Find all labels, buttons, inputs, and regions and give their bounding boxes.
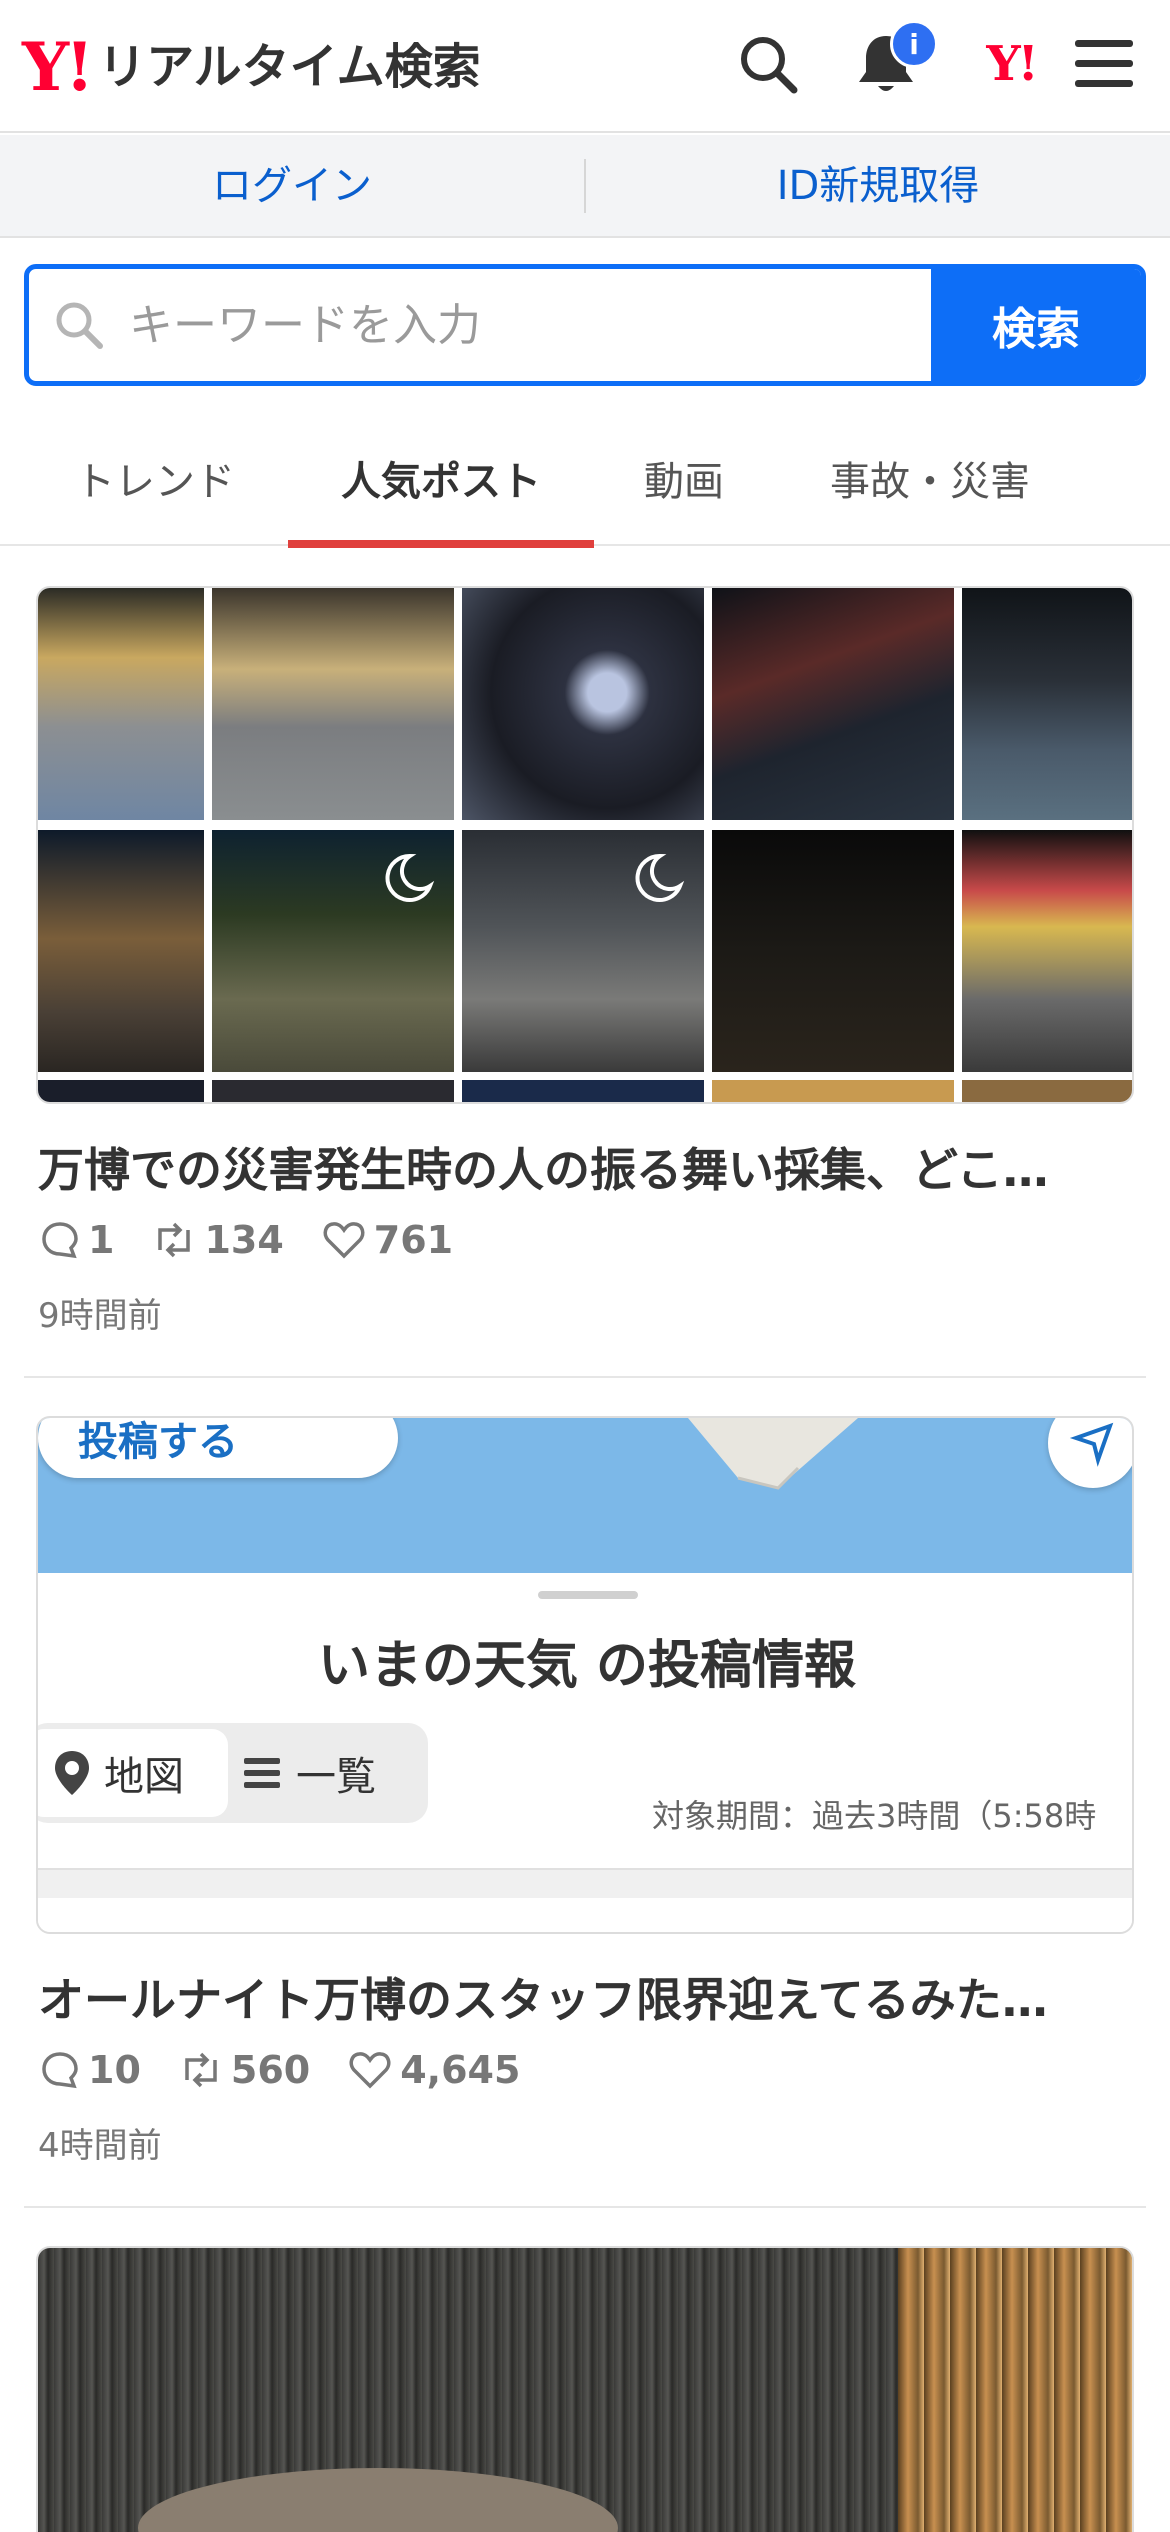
search-bar: 検索	[24, 264, 1146, 386]
auth-bar: ログイン ID新規取得	[0, 135, 1170, 238]
app-header: Y! リアルタイム検索 i Y!	[0, 0, 1170, 133]
active-tab-indicator	[288, 540, 594, 548]
search-input[interactable]	[129, 269, 931, 381]
map-pin-icon	[55, 1751, 89, 1795]
yahoo-home-icon[interactable]: Y!	[966, 26, 1056, 102]
weather-map: 投稿する	[38, 1418, 1132, 1573]
like-count-value: 4,645	[400, 2048, 521, 2092]
tab-label: 人気ポスト	[341, 459, 541, 505]
period-label: 対象期間：過去3時間（5:58時	[652, 1797, 1097, 1835]
logo-title: リアルタイム検索	[98, 39, 481, 95]
post-card[interactable]: 万博での災害発生時の人の振る舞い採集、どこ… 1 134 761 9時間前	[24, 586, 1146, 1378]
post-title[interactable]: オールナイト万博のスタッフ限界迎えてるみた…	[38, 1964, 1128, 2030]
tab-accident-disaster[interactable]: 事故・災害	[790, 410, 1070, 546]
reply-count-value: 10	[88, 2048, 141, 2092]
heart-icon	[323, 1222, 365, 1259]
reply-count[interactable]: 10	[40, 2048, 141, 2092]
post-image-collage[interactable]	[36, 586, 1134, 1104]
yahoo-logo-mark: Y!	[22, 28, 94, 106]
weather-posts-heading: いまの天気 の投稿情報	[317, 1636, 857, 1696]
post-timestamp: 4時間前	[38, 2126, 162, 2166]
post-divider	[24, 1376, 1146, 1378]
yahoo-realtime-logo[interactable]: Y! リアルタイム検索	[22, 32, 481, 102]
like-count[interactable]: 4,645	[348, 2048, 520, 2092]
repost-count[interactable]: 134	[152, 1218, 284, 1262]
post-stats: 10 560 4,645	[40, 2048, 558, 2092]
post-image-photo[interactable]	[36, 2246, 1134, 2532]
login-link[interactable]: ログイン	[0, 166, 584, 206]
reply-icon	[42, 2052, 78, 2089]
post-stats: 1 134 761	[40, 1218, 491, 1262]
post-divider	[24, 2206, 1146, 2208]
repost-count-value: 560	[230, 2048, 311, 2092]
location-arrow-icon	[1048, 1418, 1132, 1488]
weather-posts-panel: いまの天気 の投稿情報 地図 一覧 対象期間：過去3時間（5:58時	[38, 1573, 1132, 1932]
notification-bell-icon[interactable]: i	[848, 20, 938, 102]
post-title[interactable]: 万博での災害発生時の人の振る舞い採集、どこ…	[38, 1134, 1128, 1200]
tab-video[interactable]: 動画	[614, 410, 754, 546]
heart-icon	[349, 2052, 391, 2089]
search-button[interactable]: 検索	[931, 269, 1141, 381]
post-card[interactable]: 投稿する いまの天気 の投稿情報 地図 一覧 対象期間：過去3時間（5:58時	[24, 1416, 1146, 2208]
tab-popular-posts[interactable]: 人気ポスト	[288, 410, 594, 548]
reply-icon	[42, 1222, 78, 1259]
post-image-screenshot[interactable]: 投稿する いまの天気 の投稿情報 地図 一覧 対象期間：過去3時間（5:58時	[36, 1416, 1134, 1934]
search-field-icon	[29, 269, 129, 381]
like-count-value: 761	[373, 1218, 454, 1262]
hamburger-menu-icon[interactable]	[1066, 26, 1142, 102]
category-tabs: トレンド 人気ポスト 動画 事故・災害	[0, 410, 1170, 548]
repost-icon	[185, 2052, 217, 2088]
like-count[interactable]: 761	[322, 1218, 453, 1262]
tab-label: 事故・災害	[830, 459, 1030, 505]
repost-count[interactable]: 560	[179, 2048, 310, 2092]
signup-link[interactable]: ID新規取得	[586, 166, 1170, 206]
search-icon[interactable]	[730, 26, 806, 102]
repost-icon	[158, 1222, 191, 1258]
post-timestamp: 9時間前	[38, 1296, 162, 1336]
reply-count-value: 1	[88, 1218, 115, 1262]
tab-label: 動画	[644, 459, 724, 505]
notification-badge: i	[890, 20, 938, 68]
tab-label: トレンド	[75, 459, 235, 505]
reply-count[interactable]: 1	[40, 1218, 114, 1262]
repost-count-value: 134	[204, 1218, 284, 1262]
post-to-weather-button: 投稿する	[38, 1418, 398, 1478]
list-icon	[244, 1758, 280, 1788]
post-card[interactable]	[24, 2246, 1146, 2532]
yahoo-icon-text: Y!	[986, 36, 1038, 92]
tab-trend[interactable]: トレンド	[40, 410, 270, 546]
view-toggle: 地図 一覧	[38, 1723, 428, 1823]
